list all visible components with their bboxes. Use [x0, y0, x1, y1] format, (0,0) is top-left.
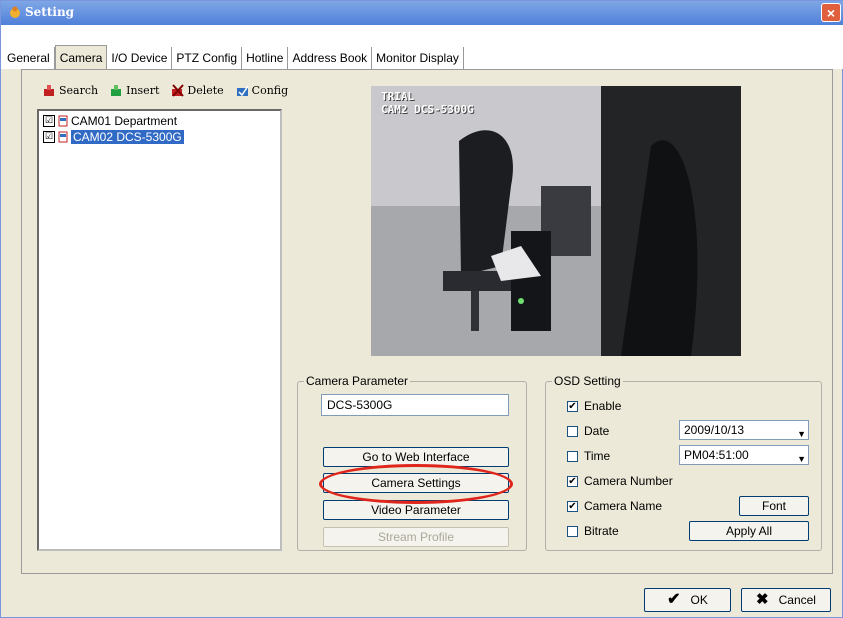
osd-camera-name-row[interactable]: ✔ Camera Name	[567, 498, 662, 514]
date-combo[interactable]: 2009/10/13 ▼	[679, 420, 809, 440]
tree-item-cam01[interactable]: ☑ CAM01 Department	[43, 114, 177, 128]
search-button[interactable]: Search	[43, 84, 98, 97]
date-label: Date	[584, 424, 610, 438]
osd-setting-legend: OSD Setting	[552, 374, 623, 388]
camera-toolbar: Search Insert Delete Config	[43, 84, 288, 97]
search-label: Search	[59, 84, 99, 97]
tab-ptz-config[interactable]: PTZ Config	[172, 47, 243, 69]
enable-checkbox[interactable]: ✔	[567, 400, 578, 412]
tab-hotline[interactable]: Hotline	[242, 47, 289, 69]
camera-icon	[58, 115, 68, 127]
insert-camera-icon	[111, 85, 122, 96]
apply-all-button[interactable]: Apply All	[689, 521, 809, 541]
camera-preview: TRIAL CAM2 DCS-5300G	[371, 86, 741, 356]
osd-enable-row[interactable]: ✔ Enable	[567, 398, 621, 414]
video-parameter-button[interactable]: Video Parameter	[323, 500, 509, 520]
camera-name-checkbox[interactable]: ✔	[567, 500, 578, 512]
title-bar: Setting ×	[1, 1, 843, 25]
osd-bitrate-row[interactable]: Bitrate	[567, 523, 619, 539]
camera-settings-button[interactable]: Camera Settings	[323, 473, 509, 493]
close-button[interactable]: ×	[821, 3, 841, 22]
date-checkbox[interactable]	[567, 425, 578, 437]
preview-caption: CAM2 DCS-5300G	[381, 103, 474, 116]
camera-tree[interactable]: ☑ CAM01 Department ☑ CAM02 DCS-5300G	[37, 109, 282, 551]
time-value: PM04:51:00	[684, 448, 749, 462]
x-icon: ✖	[756, 591, 769, 608]
camera-icon	[58, 131, 68, 143]
font-button[interactable]: Font	[739, 496, 809, 516]
enable-label: Enable	[584, 399, 622, 413]
date-value: 2009/10/13	[684, 423, 745, 437]
chevron-down-icon: ▼	[797, 429, 806, 439]
time-label: Time	[584, 449, 611, 463]
cam02-checkbox[interactable]: ☑	[43, 131, 55, 143]
cam01-label: CAM01 Department	[71, 114, 178, 128]
delete-label: Delete	[187, 84, 224, 97]
checkmark-icon: ✔	[667, 591, 681, 608]
chevron-down-icon: ▼	[797, 454, 806, 464]
osd-date-row[interactable]: Date	[567, 423, 609, 439]
delete-button[interactable]: Delete	[171, 84, 224, 97]
camera-parameter-legend: Camera Parameter	[304, 374, 411, 388]
tab-strip: General Camera I/O Device PTZ Config Hot…	[1, 25, 843, 70]
config-icon	[236, 85, 249, 97]
bitrate-checkbox[interactable]	[567, 525, 578, 537]
cancel-label: Cancel	[778, 593, 816, 607]
insert-button[interactable]: Insert	[110, 84, 159, 97]
window-title: Setting	[25, 5, 75, 19]
cam01-checkbox[interactable]: ☑	[43, 115, 55, 127]
cam02-label: CAM02 DCS-5300G	[71, 130, 184, 144]
go-web-interface-button[interactable]: Go to Web Interface	[323, 447, 509, 467]
preview-watermark: TRIAL CAM2 DCS-5300G	[381, 90, 474, 116]
config-button[interactable]: Config	[236, 84, 289, 97]
ok-label: OK	[690, 593, 708, 607]
app-icon	[10, 6, 20, 18]
osd-time-row[interactable]: Time	[567, 448, 610, 464]
ok-button[interactable]: ✔ OK	[644, 588, 731, 612]
camera-name-label: Camera Name	[584, 499, 663, 513]
cancel-button[interactable]: ✖ Cancel	[741, 588, 831, 612]
bitrate-label: Bitrate	[584, 524, 619, 538]
tab-camera[interactable]: Camera	[54, 45, 108, 70]
delete-camera-icon	[172, 84, 185, 97]
search-camera-icon	[44, 85, 54, 96]
time-checkbox[interactable]	[567, 450, 578, 462]
tab-io-device[interactable]: I/O Device	[107, 47, 173, 69]
tab-address-book[interactable]: Address Book	[288, 47, 373, 69]
tab-monitor-display[interactable]: Monitor Display	[372, 47, 464, 69]
camera-number-label: Camera Number	[584, 474, 673, 488]
config-label: Config	[251, 84, 289, 97]
tree-item-cam02[interactable]: ☑ CAM02 DCS-5300G	[43, 130, 184, 144]
osd-camera-number-row[interactable]: ✔ Camera Number	[567, 473, 673, 489]
camera-number-checkbox[interactable]: ✔	[567, 475, 578, 487]
setting-window: Setting × General Camera I/O Device PTZ …	[0, 0, 843, 618]
insert-label: Insert	[126, 84, 160, 97]
camera-name-field[interactable]: DCS-5300G	[321, 394, 509, 416]
preview-scene-image	[371, 86, 741, 356]
tab-general[interactable]: General	[3, 47, 55, 69]
stream-profile-button: Stream Profile	[323, 527, 509, 547]
time-combo[interactable]: PM04:51:00 ▼	[679, 445, 809, 465]
